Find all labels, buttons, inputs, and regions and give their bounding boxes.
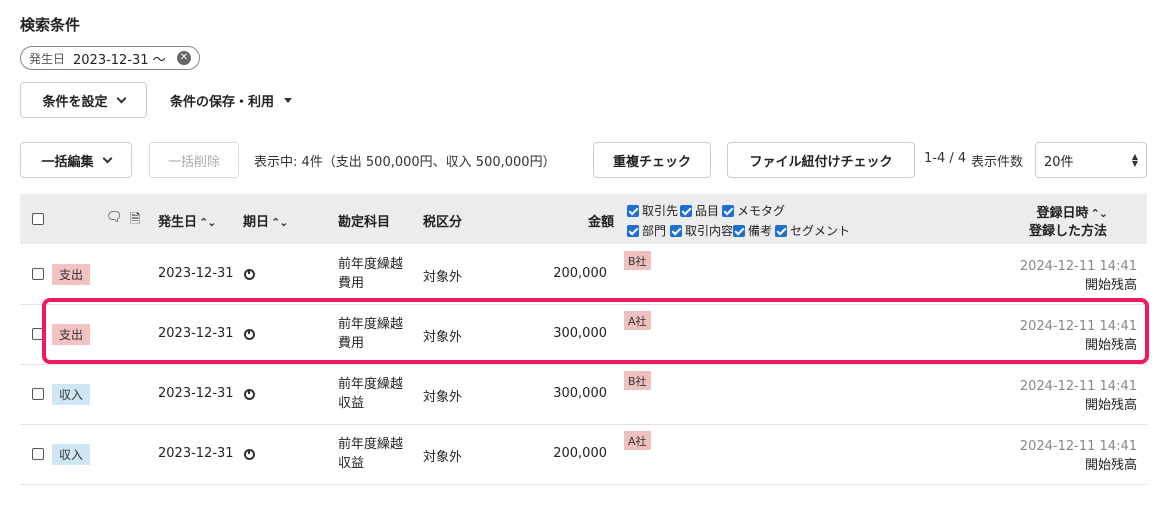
sort-icon: ⌃⌄	[1090, 207, 1108, 220]
row-tax: 対象外	[423, 390, 463, 405]
row-registration: 2024-12-11 14:41 開始残高	[1019, 259, 1137, 293]
partner-tag: B社	[624, 251, 651, 270]
checkbox[interactable]	[627, 204, 639, 217]
bulk-delete-button[interactable]: 一括削除	[149, 142, 239, 178]
row-account: 前年度繰越 収益	[338, 377, 404, 411]
header-account: 勘定科目	[338, 215, 391, 230]
table-row[interactable]: 収入 2023-12-31 前年度繰越 収益 対象外 300,000 B社 202…	[20, 365, 1147, 425]
row-account: 前年度繰越 収益	[338, 437, 404, 471]
checkbox[interactable]	[775, 224, 787, 237]
save-use-label: 条件の保存・利用	[170, 94, 275, 110]
clock-icon	[244, 449, 255, 460]
chevron-down-icon	[102, 153, 112, 163]
document-icon: 🗎	[130, 212, 141, 227]
row-date: 2023-12-31	[158, 266, 234, 281]
chevron-down-icon	[116, 93, 126, 103]
row-amount: 300,000	[553, 386, 607, 401]
row-checkbox[interactable]	[32, 268, 44, 280]
row-tax: 対象外	[423, 450, 463, 465]
clock-icon	[244, 269, 255, 280]
clock-icon	[244, 389, 255, 400]
close-icon[interactable]: ✕	[177, 51, 191, 65]
row-registration: 2024-12-11 14:41 開始残高	[1019, 439, 1137, 473]
row-date: 2023-12-31	[158, 446, 234, 461]
table-row[interactable]: 収入 2023-12-31 前年度繰越 収益 対象外 200,000 A社 202…	[20, 425, 1147, 485]
header-tax: 税区分	[423, 215, 463, 230]
select-arrows-icon: ▲ ▼	[1131, 152, 1138, 168]
table-header: 🗨 🗎 発生日 ⌃⌄ 期日 ⌃⌄ 勘定科目 税区分 金額 取引先 品目 メモタグ 部…	[20, 194, 1147, 244]
per-page-label: 表示件数	[971, 155, 1024, 170]
bulk-edit-button[interactable]: 一括編集	[20, 142, 132, 178]
page-range: 1-4 / 4	[924, 151, 967, 166]
header-due[interactable]: 期日 ⌃⌄	[243, 211, 288, 230]
sort-icon: ⌃⌄	[199, 216, 216, 229]
row-checkbox[interactable]	[32, 448, 44, 460]
file-link-check-button[interactable]: ファイル紐付けチェック	[727, 142, 915, 178]
table-row[interactable]: 支出 2023-12-31 前年度繰越 費用 対象外 200,000 B社 202…	[20, 245, 1147, 305]
row-tax: 対象外	[423, 270, 463, 285]
row-account: 前年度繰越 費用	[338, 257, 404, 291]
header-registered-at[interactable]: 登録日時 ⌃⌄	[1037, 202, 1108, 221]
checkbox[interactable]	[680, 204, 692, 217]
row-amount: 200,000	[553, 446, 607, 461]
filter-chip-value: 2023-12-31 〜	[73, 52, 166, 68]
column-option-item[interactable]: 品目	[680, 202, 719, 219]
per-page-value: 20件	[1044, 154, 1074, 170]
row-highlight-box	[42, 298, 1149, 364]
column-option-segment[interactable]: セグメント	[775, 222, 850, 239]
duplicate-check-button[interactable]: 重複チェック	[593, 142, 711, 178]
type-badge: 収入	[52, 444, 90, 465]
row-amount: 200,000	[553, 266, 607, 281]
column-option-memo-tag[interactable]: メモタグ	[722, 202, 785, 219]
search-conditions-title: 検索条件	[20, 16, 81, 34]
select-all-checkbox[interactable]	[32, 213, 44, 225]
column-option-department[interactable]: 部門	[627, 222, 666, 239]
comment-icon: 🗨	[106, 210, 123, 225]
header-date[interactable]: 発生日 ⌃⌄	[158, 211, 216, 230]
checkbox[interactable]	[670, 224, 682, 237]
partner-tag: B社	[624, 371, 651, 390]
caret-down-icon	[284, 97, 293, 103]
header-amount: 金額	[588, 215, 615, 230]
row-registration: 2024-12-11 14:41 開始残高	[1019, 379, 1137, 413]
row-checkbox[interactable]	[32, 388, 44, 400]
sort-icon: ⌃⌄	[271, 216, 288, 229]
type-badge: 収入	[52, 384, 90, 405]
column-option-partner[interactable]: 取引先	[627, 202, 678, 219]
set-condition-button[interactable]: 条件を設定	[20, 82, 147, 118]
checkbox[interactable]	[733, 224, 745, 237]
checkbox[interactable]	[627, 224, 639, 237]
save-use-conditions-button[interactable]: 条件の保存・利用	[170, 82, 293, 118]
type-badge: 支出	[52, 264, 90, 285]
header-registered-method: 登録した方法	[1028, 224, 1107, 239]
column-option-remarks[interactable]: 備考	[733, 222, 772, 239]
date-filter-chip[interactable]: 発生日 2023-12-31 〜 ✕	[20, 46, 200, 70]
partner-tag: A社	[624, 431, 651, 450]
filter-chip-key: 発生日	[29, 51, 66, 66]
bulk-edit-label: 一括編集	[41, 154, 94, 170]
row-date: 2023-12-31	[158, 386, 234, 401]
set-condition-label: 条件を設定	[42, 94, 108, 110]
display-summary: 表示中: 4件（支出 500,000円、収入 500,000円）	[254, 155, 556, 170]
column-option-description[interactable]: 取引内容	[670, 222, 733, 239]
checkbox[interactable]	[722, 204, 734, 217]
per-page-select[interactable]: 20件 ▲ ▼	[1035, 142, 1147, 178]
